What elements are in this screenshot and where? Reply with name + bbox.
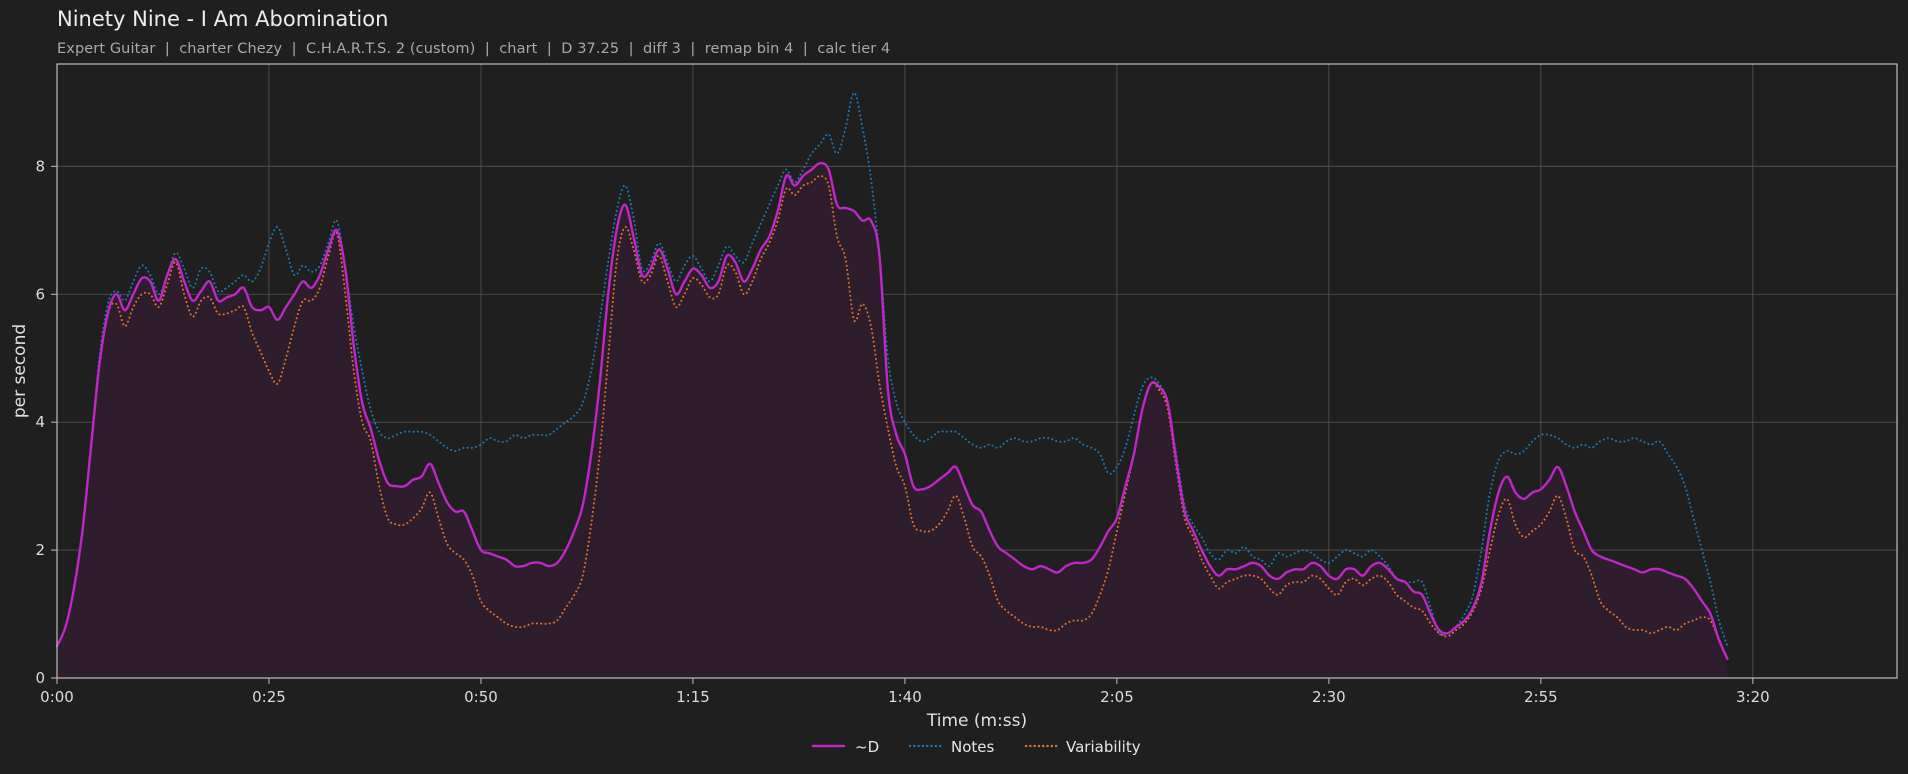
y-tick-label: 0 bbox=[35, 669, 45, 687]
y-axis-label: per second bbox=[10, 324, 30, 418]
x-tick-label: 2:55 bbox=[1524, 688, 1558, 706]
plot-area bbox=[55, 91, 1729, 678]
y-tick-label: 6 bbox=[35, 285, 45, 303]
y-tick-label: 4 bbox=[35, 413, 45, 431]
legend-label: Notes bbox=[951, 738, 995, 756]
x-tick-label: 0:00 bbox=[40, 688, 74, 706]
legend: ~D Notes Variability bbox=[811, 738, 1141, 756]
y-tick-label: 8 bbox=[35, 157, 45, 175]
x-tick-label: 2:05 bbox=[1100, 688, 1134, 706]
legend-label: ~D bbox=[855, 738, 879, 756]
x-axis-label: Time (m:ss) bbox=[926, 711, 1027, 731]
y-tick-label: 2 bbox=[35, 541, 45, 559]
x-tick-label: 1:15 bbox=[676, 688, 710, 706]
x-tick-label: 0:25 bbox=[252, 688, 286, 706]
legend-label: Variability bbox=[1066, 738, 1141, 756]
chart: 0:00 0:25 0:50 1:15 1:40 2:05 2:30 2:55 3:20 0 2 4 6… bbox=[10, 63, 1898, 756]
x-tick-label: 2:30 bbox=[1312, 688, 1346, 706]
x-tick-label: 1:40 bbox=[888, 688, 922, 706]
x-tick-label: 0:50 bbox=[464, 688, 498, 706]
x-tick-label: 3:20 bbox=[1736, 688, 1770, 706]
